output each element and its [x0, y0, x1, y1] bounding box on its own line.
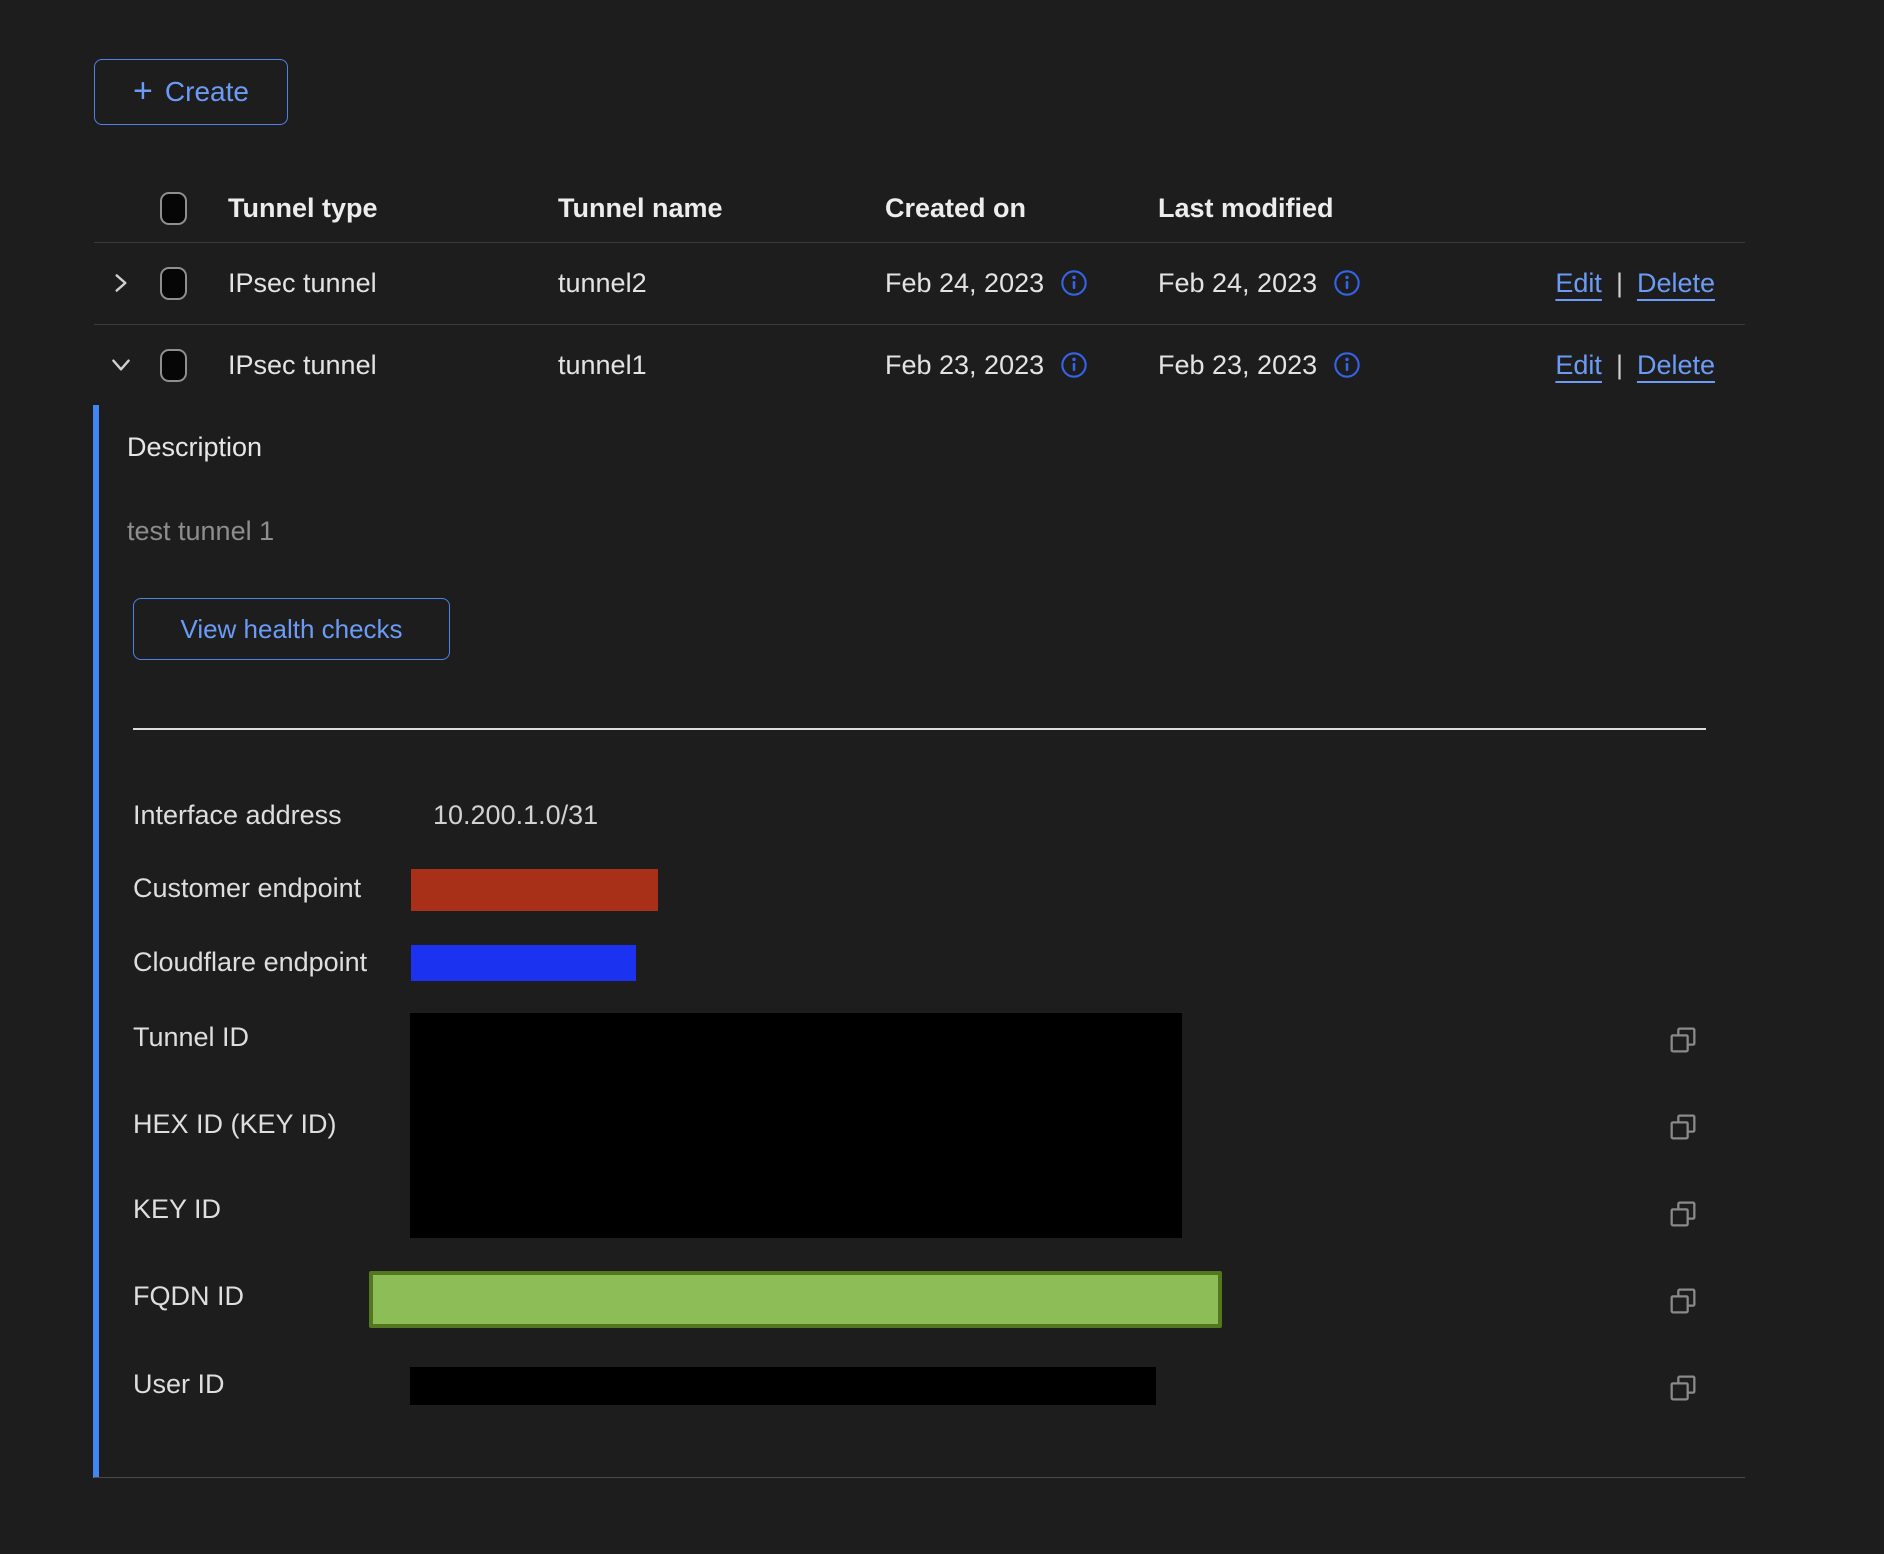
column-header-last-modified: Last modified [1158, 193, 1440, 224]
key-id-label: KEY ID [133, 1194, 221, 1225]
description-label: Description [127, 432, 262, 463]
column-header-tunnel-type: Tunnel type [228, 193, 558, 224]
created-on-cell: Feb 23, 2023 [885, 350, 1044, 381]
create-button[interactable]: + Create [94, 59, 288, 125]
edit-link[interactable]: Edit [1555, 268, 1602, 299]
info-icon[interactable] [1060, 351, 1088, 379]
column-header-tunnel-name: Tunnel name [558, 193, 885, 224]
tunnel-type-cell: IPsec tunnel [228, 350, 558, 381]
edit-link[interactable]: Edit [1555, 350, 1602, 381]
select-all-checkbox[interactable] [160, 192, 187, 225]
description-value: test tunnel 1 [127, 516, 274, 547]
hex-id-label: HEX ID (KEY ID) [133, 1109, 337, 1140]
tunnel-type-cell: IPsec tunnel [228, 268, 558, 299]
tunnels-page: + Create Tunnel type Tunnel name Created… [0, 0, 1884, 1554]
copy-tunnel-id-button[interactable] [1666, 1024, 1700, 1058]
customer-endpoint-label: Customer endpoint [133, 873, 361, 904]
tunnel-name-cell: tunnel2 [558, 268, 885, 299]
expand-row-button[interactable] [108, 270, 134, 296]
user-id-redacted-value [410, 1367, 1156, 1405]
delete-link[interactable]: Delete [1637, 268, 1715, 299]
row-checkbox[interactable] [160, 349, 187, 382]
action-separator: | [1616, 350, 1623, 381]
copy-user-id-button[interactable] [1666, 1372, 1700, 1406]
fqdn-id-redacted-value [369, 1271, 1222, 1328]
chevron-down-icon [108, 352, 134, 378]
interface-address-value: 10.200.1.0/31 [433, 800, 598, 831]
fqdn-id-label: FQDN ID [133, 1281, 244, 1312]
chevron-right-icon [108, 270, 134, 296]
table-row: IPsec tunnel tunnel2 Feb 24, 2023 Feb 24… [94, 242, 1745, 324]
create-button-label: Create [165, 76, 249, 108]
row-checkbox[interactable] [160, 267, 187, 300]
copy-icon [1667, 1111, 1699, 1143]
last-modified-cell: Feb 23, 2023 [1158, 350, 1317, 381]
collapse-row-button[interactable] [108, 352, 134, 378]
ids-redacted-value [410, 1013, 1182, 1238]
last-modified-cell: Feb 24, 2023 [1158, 268, 1317, 299]
info-icon[interactable] [1333, 351, 1361, 379]
created-on-cell: Feb 24, 2023 [885, 268, 1044, 299]
customer-endpoint-redacted-value [411, 869, 658, 911]
expanded-section-bottom-divider [94, 1477, 1745, 1478]
copy-icon [1667, 1285, 1699, 1317]
tunnel-id-label: Tunnel ID [133, 1022, 249, 1053]
copy-key-id-button[interactable] [1666, 1198, 1700, 1232]
tunnel-name-cell: tunnel1 [558, 350, 885, 381]
table-header: Tunnel type Tunnel name Created on Last … [94, 174, 1745, 242]
info-icon[interactable] [1333, 269, 1361, 297]
delete-link[interactable]: Delete [1637, 350, 1715, 381]
plus-icon: + [133, 74, 153, 108]
interface-address-label: Interface address [133, 800, 342, 831]
section-divider [133, 728, 1706, 730]
copy-icon [1667, 1198, 1699, 1230]
copy-icon [1667, 1024, 1699, 1056]
cloudflare-endpoint-label: Cloudflare endpoint [133, 947, 367, 978]
user-id-label: User ID [133, 1369, 225, 1400]
cloudflare-endpoint-redacted-value [411, 945, 636, 981]
action-separator: | [1616, 268, 1623, 299]
view-health-checks-button[interactable]: View health checks [133, 598, 450, 660]
copy-fqdn-id-button[interactable] [1666, 1285, 1700, 1319]
copy-icon [1667, 1372, 1699, 1404]
info-icon[interactable] [1060, 269, 1088, 297]
copy-hex-id-button[interactable] [1666, 1111, 1700, 1145]
table-row: IPsec tunnel tunnel1 Feb 23, 2023 Feb 23… [94, 324, 1745, 406]
column-header-created-on: Created on [885, 193, 1158, 224]
expanded-row-accent-border [93, 405, 99, 1478]
